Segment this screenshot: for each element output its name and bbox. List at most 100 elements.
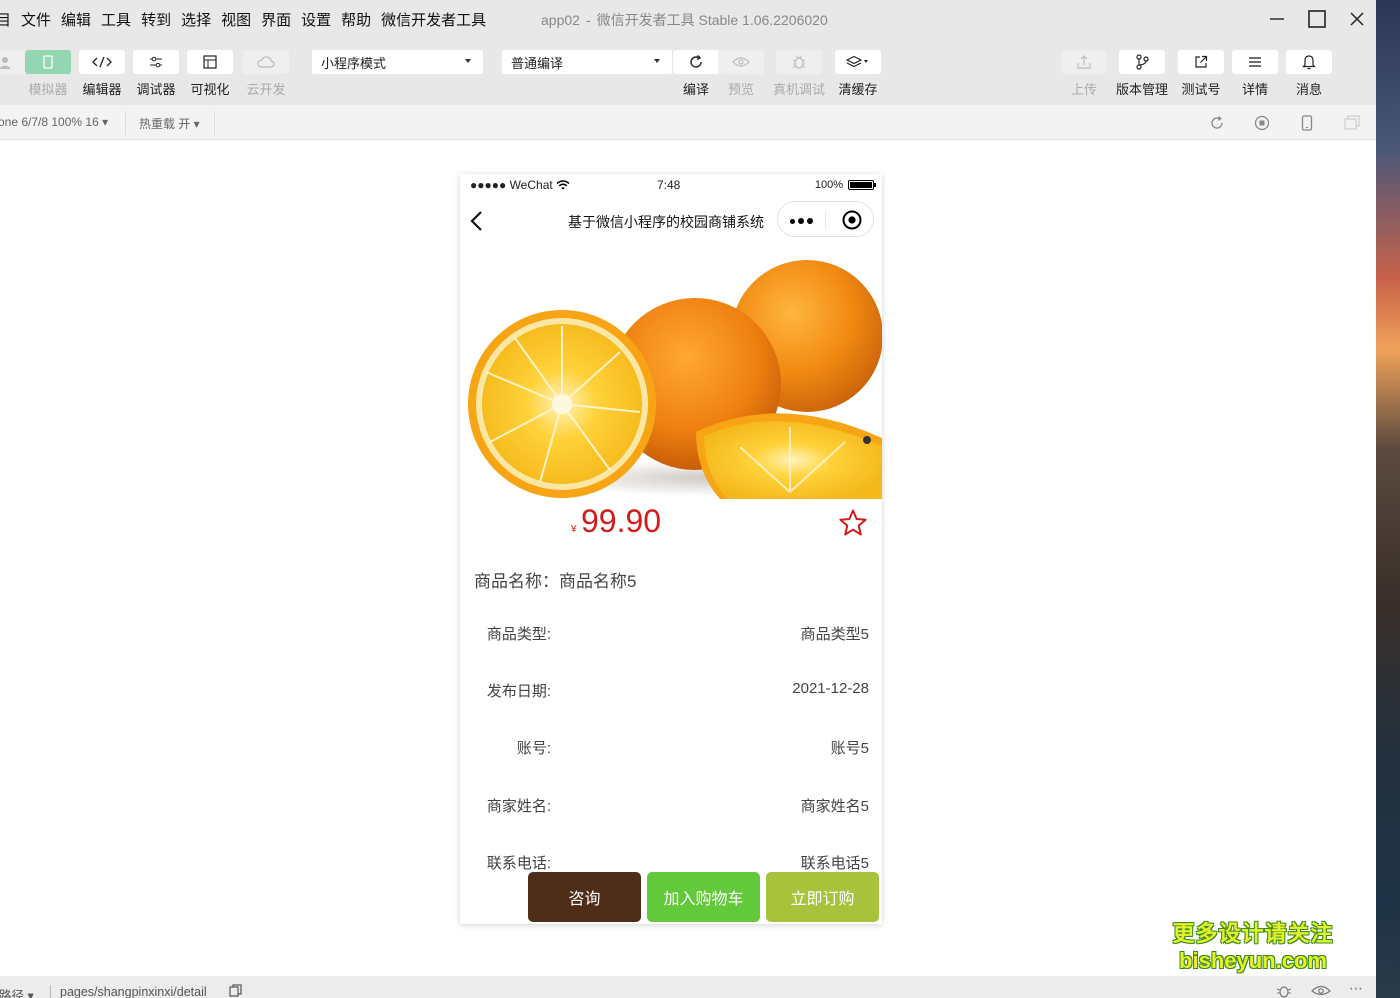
minimize-button[interactable] <box>1262 4 1292 34</box>
layers-icon <box>846 55 870 69</box>
details-label: 详情 <box>1232 79 1278 98</box>
rotate-icon[interactable] <box>1208 114 1226 132</box>
branch-icon <box>1135 54 1149 70</box>
add-to-cart-button[interactable]: 加入购物车 <box>647 872 760 922</box>
layout-icon <box>203 55 217 69</box>
menu-edit[interactable]: 编辑 <box>56 9 96 30</box>
messages-label: 消息 <box>1286 79 1332 98</box>
swiper-indicator[interactable] <box>863 436 871 444</box>
consult-button[interactable]: 咨询 <box>528 872 641 922</box>
menu-goto[interactable]: 转到 <box>136 9 176 30</box>
price-value: 99.90 <box>581 503 661 540</box>
remote-debug-label: 真机调试 <box>770 79 828 98</box>
caret-down-icon <box>465 59 471 63</box>
nav-bar: 基于微信小程序的校园商铺系统 <box>460 200 882 242</box>
field-label: 发布日期: <box>487 680 551 701</box>
toolbar: 模拟器 编辑器 调试器 可视化 云开发 小程序模式 普通编译 编译 <box>0 38 1376 105</box>
clear-cache-button[interactable]: 清缓存 <box>835 50 881 98</box>
record-icon[interactable] <box>1253 114 1271 132</box>
upload-icon <box>1077 55 1091 69</box>
mode-select[interactable]: 小程序模式 <box>312 50 483 74</box>
compile-button[interactable]: 编译 <box>673 50 719 98</box>
action-bar: 咨询 加入购物车 立即订购 <box>528 872 879 922</box>
page-path-select[interactable]: 页面路径 ▾ <box>0 985 34 998</box>
field-merchant-name: 商家姓名: 商家姓名5 <box>460 793 882 817</box>
remote-debug-button[interactable]: 真机调试 <box>770 50 828 98</box>
maximize-button[interactable] <box>1302 4 1332 34</box>
compile-mode-select[interactable]: 普通编译 <box>502 50 672 74</box>
divider <box>50 985 51 998</box>
avatar <box>0 50 28 74</box>
editor-button[interactable]: 编辑器 <box>79 50 125 98</box>
menu-project[interactable]: 目 <box>0 9 16 30</box>
debugger-button[interactable]: 调试器 <box>133 50 179 98</box>
popout-icon[interactable] <box>1343 114 1361 132</box>
status-footer: 页面路径 ▾ pages/shangpinxinxi/detail ⋯ <box>0 976 1376 998</box>
menu-interface[interactable]: 界面 <box>256 9 296 30</box>
menu-help[interactable]: 帮助 <box>336 9 376 30</box>
page-path: pages/shangpinxinxi/detail <box>60 985 207 998</box>
bug-icon[interactable] <box>1275 984 1293 998</box>
simulator-button[interactable]: 模拟器 <box>25 50 71 98</box>
mode-select-value: 小程序模式 <box>321 53 386 72</box>
field-account: 账号: 账号5 <box>460 735 882 759</box>
device-select[interactable]: one 6/7/8 100% 16 ▾ <box>0 115 108 129</box>
visual-button[interactable]: 可视化 <box>187 50 233 98</box>
back-arrow-icon[interactable] <box>470 210 484 232</box>
menu-settings[interactable]: 设置 <box>296 9 336 30</box>
product-name-value: 商品名称5 <box>559 572 636 591</box>
device-icon[interactable] <box>1298 114 1316 132</box>
test-id-button[interactable]: 测试号 <box>1178 50 1224 98</box>
bug-icon <box>791 54 807 70</box>
copy-icon[interactable] <box>229 984 242 997</box>
eye-icon[interactable] <box>1311 984 1331 997</box>
user-icon <box>0 55 12 69</box>
product-name: 商品名称：商品名称5 <box>474 567 636 592</box>
more-options-icon[interactable]: ⋯ <box>1349 980 1363 997</box>
menu-devtools[interactable]: 微信开发者工具 <box>376 9 491 30</box>
battery-icon <box>848 180 874 190</box>
code-icon <box>92 56 112 68</box>
details-button[interactable]: 详情 <box>1232 50 1278 98</box>
cloud-label: 云开发 <box>243 79 289 98</box>
external-link-icon <box>1194 55 1208 69</box>
status-time: 7:48 <box>657 178 680 192</box>
field-phone: 联系电话: 联系电话5 <box>460 850 882 874</box>
buy-now-button[interactable]: 立即订购 <box>766 872 879 922</box>
preview-button[interactable]: 预览 <box>718 50 764 98</box>
hot-reload-value: 热重载 开 <box>139 117 190 131</box>
debugger-label: 调试器 <box>133 79 179 98</box>
menu-tools[interactable]: 工具 <box>96 9 136 30</box>
menu-view[interactable]: 视图 <box>216 9 256 30</box>
messages-button[interactable]: 消息 <box>1286 50 1332 98</box>
more-icon[interactable] <box>790 218 813 224</box>
clear-cache-label: 清缓存 <box>835 79 881 98</box>
favorite-star-icon[interactable] <box>838 508 868 538</box>
product-image[interactable] <box>460 242 882 499</box>
window-title: app02-微信开发者工具 Stable 1.06.2206020 <box>541 10 828 30</box>
menu-select[interactable]: 选择 <box>176 9 216 30</box>
menu-icon <box>1248 56 1262 68</box>
cloud-button[interactable]: 云开发 <box>243 50 289 98</box>
product-name-label: 商品名称： <box>474 572 559 591</box>
close-button[interactable] <box>1342 4 1372 34</box>
test-id-label: 测试号 <box>1178 79 1224 98</box>
version-button[interactable]: 版本管理 <box>1113 50 1171 98</box>
wifi-icon <box>556 180 570 190</box>
upload-button[interactable]: 上传 <box>1061 50 1107 98</box>
hot-reload-toggle[interactable]: 热重载 开 ▾ <box>139 115 200 132</box>
close-miniprogram-icon[interactable] <box>841 209 863 231</box>
device-select-value: one 6/7/8 100% 16 <box>0 115 99 129</box>
orange-image <box>460 242 882 499</box>
menu-file[interactable]: 文件 <box>16 9 56 30</box>
page-path-label: 页面路径 <box>0 989 24 998</box>
desktop-background <box>1376 0 1400 998</box>
field-category: 商品类型: 商品类型5 <box>460 621 882 645</box>
field-value: 账号5 <box>831 737 869 758</box>
avatar-button[interactable] <box>0 50 28 74</box>
price-row: ¥ 99.90 <box>460 500 882 550</box>
simulator-label: 模拟器 <box>25 79 71 98</box>
visual-label: 可视化 <box>187 79 233 98</box>
currency-symbol: ¥ <box>571 524 577 535</box>
page-title: 基于微信小程序的校园商铺系统 <box>568 212 764 232</box>
